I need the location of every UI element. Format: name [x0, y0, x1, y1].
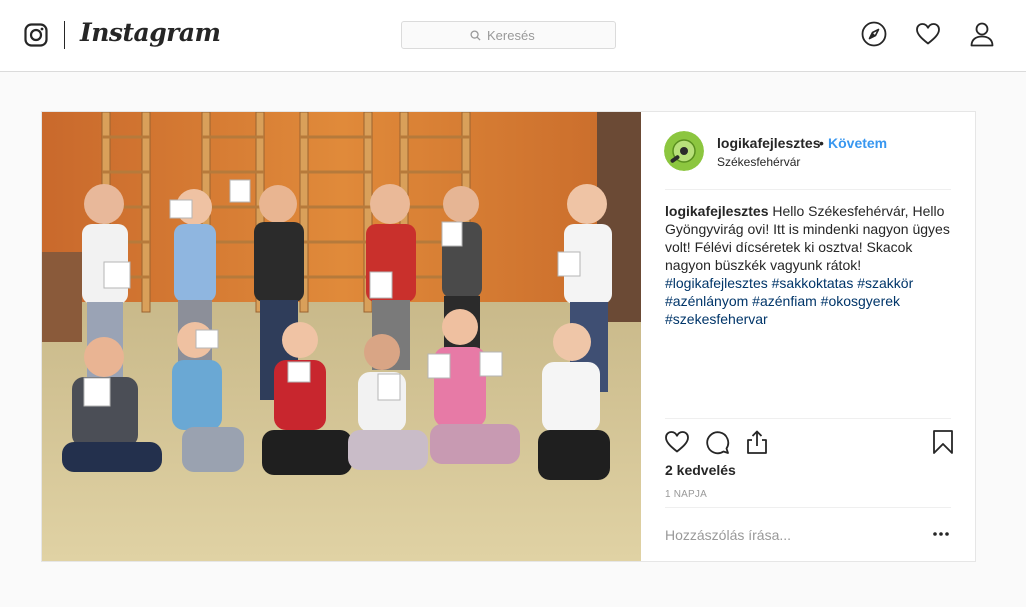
- comment-input[interactable]: [665, 524, 905, 546]
- heart-icon[interactable]: [915, 21, 941, 47]
- avatar-logo-icon: [664, 131, 704, 171]
- search-box[interactable]: [401, 21, 616, 49]
- post-timestamp[interactable]: 1 NAPJA: [665, 489, 707, 500]
- post-caption: logikafejlesztes Hello Székesfehérvár, H…: [665, 202, 957, 328]
- actions-divider: [665, 418, 951, 419]
- caption-username[interactable]: logikafejlesztes: [665, 203, 769, 219]
- hashtag-link[interactable]: #szakkör: [857, 275, 913, 291]
- search-input[interactable]: [487, 27, 547, 43]
- post-card: logikafejlesztes • Követem Székesfehérvá…: [41, 111, 976, 562]
- hashtag-link[interactable]: #logikafejlesztes: [665, 275, 768, 291]
- logo-divider: [64, 21, 65, 49]
- post-header: logikafejlesztes • Követem Székesfehérvá…: [641, 112, 975, 190]
- hashtag-link[interactable]: #okosgyerek: [821, 293, 900, 309]
- camera-logo-icon[interactable]: [24, 23, 48, 47]
- likes-count[interactable]: 2 kedvelés: [665, 462, 736, 478]
- share-icon[interactable]: [744, 429, 770, 455]
- comment-icon[interactable]: [704, 429, 730, 455]
- search-icon: [470, 29, 481, 41]
- more-icon[interactable]: [931, 524, 951, 544]
- post-photo[interactable]: [42, 112, 641, 561]
- instagram-wordmark[interactable]: Instagram: [80, 18, 221, 47]
- hashtag-link[interactable]: #azénlányom: [665, 293, 748, 309]
- post-location[interactable]: Székesfehérvár: [717, 155, 800, 169]
- photo-children-gym: [42, 112, 641, 561]
- post-sidebar: logikafejlesztes • Követem Székesfehérvá…: [641, 112, 975, 561]
- user-icon[interactable]: [969, 21, 995, 47]
- hashtag-link[interactable]: #szekesfehervar: [665, 311, 768, 327]
- comment-divider: [665, 507, 951, 508]
- hashtag-link[interactable]: #sakkoktatas: [772, 275, 854, 291]
- hashtag-link[interactable]: #azénfiam: [752, 293, 817, 309]
- separator-dot: •: [819, 135, 824, 151]
- header-divider: [665, 189, 951, 190]
- compass-icon[interactable]: [861, 21, 887, 47]
- heart-icon[interactable]: [664, 429, 690, 455]
- hashtag-list: #logikafejlesztes #sakkoktatas #szakkör …: [665, 275, 913, 327]
- bookmark-icon[interactable]: [930, 429, 956, 455]
- top-navigation: Instagram: [0, 0, 1026, 72]
- avatar[interactable]: [664, 131, 704, 171]
- follow-button[interactable]: Követem: [828, 135, 887, 151]
- post-username[interactable]: logikafejlesztes: [717, 135, 821, 151]
